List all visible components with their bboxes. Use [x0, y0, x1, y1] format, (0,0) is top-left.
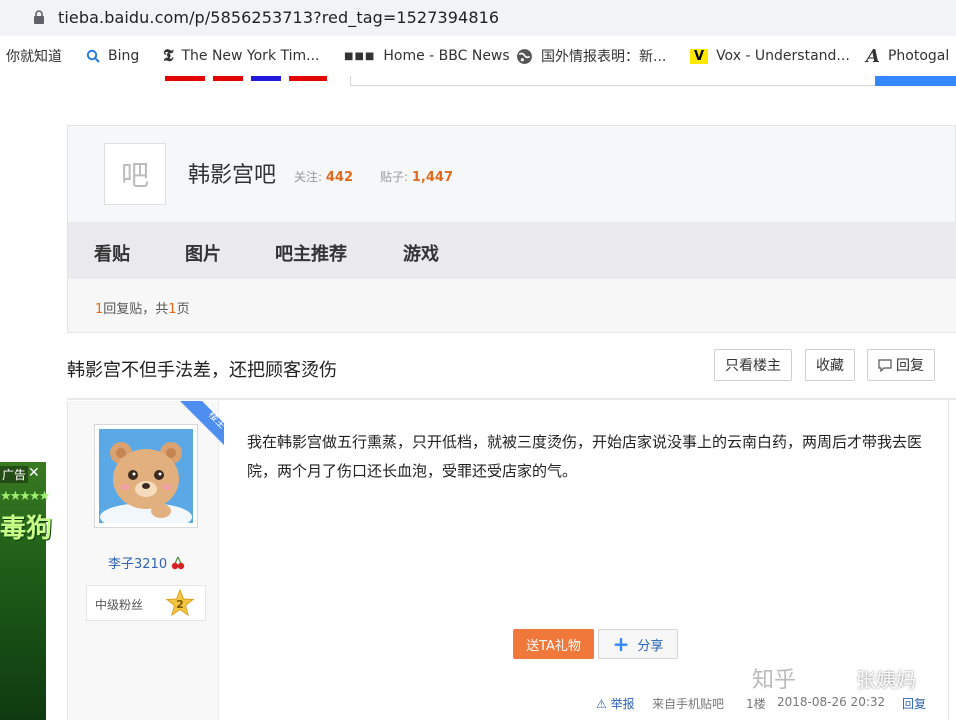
bookmark-label: Photogal: [887, 48, 950, 64]
tab-games[interactable]: 游戏: [403, 240, 439, 266]
follow-stat: 关注: 442: [294, 168, 353, 185]
comment-icon: [878, 358, 892, 372]
only-op-button[interactable]: 只看楼主: [714, 349, 792, 381]
reply-button[interactable]: 回复: [867, 349, 935, 381]
tab-recommended[interactable]: 吧主推荐: [275, 240, 347, 266]
tab-images[interactable]: 图片: [185, 240, 221, 266]
bookmark-nyt[interactable]: 𝕿 The New York Tim...: [163, 46, 320, 66]
level-number: 2: [176, 598, 184, 611]
bookmark-nizhidao[interactable]: 你就知道: [6, 46, 62, 66]
bookmarks-bar: 你就知道 Bing 𝕿 The New York Tim... ■■■ Home…: [0, 36, 956, 76]
bookmark-label: Home - BBC News: [383, 48, 510, 64]
posts-stat: 贴子: 1,447: [380, 168, 453, 185]
floor-number: 1楼: [746, 697, 766, 711]
wechat-icon: [826, 668, 850, 687]
vox-icon: V: [690, 48, 709, 64]
divider: [218, 401, 219, 720]
username: 李子3210: [108, 557, 168, 572]
post-source: 来自手机贴吧: [652, 697, 725, 711]
ad-tag: 广告: [0, 466, 29, 483]
fan-level-label: 中级粉丝: [95, 598, 144, 612]
bookmark-bing[interactable]: Bing: [86, 46, 139, 66]
divider: [67, 398, 956, 400]
baidu-logo[interactable]: [165, 76, 330, 82]
bookmark-label: 国外情报表明：新...: [541, 49, 667, 65]
post-reply-link[interactable]: 回复: [902, 695, 926, 712]
ad-stars: ★★★★★: [0, 489, 50, 504]
lock-icon: [34, 10, 44, 24]
plus-icon: +: [612, 632, 630, 656]
report-label: 举报: [610, 697, 635, 711]
share-label: 分享: [637, 638, 664, 654]
bookmark-news[interactable]: 国外情报表明：新...: [516, 46, 666, 66]
reply-count-end: 页: [176, 302, 190, 317]
reply-count-mid: 回复贴，共: [103, 302, 169, 317]
post-content: 我在韩影宫做五行熏蒸，只开低档，就被三度烫伤，开始店家说没事上的云南白药，两周后…: [247, 433, 923, 480]
page-count: 1: [168, 302, 177, 317]
bookmark-vox[interactable]: V Vox - Understand...: [690, 46, 850, 66]
posts-count: 1,447: [411, 170, 453, 185]
share-button[interactable]: + 分享: [598, 629, 678, 659]
address-bar[interactable]: tieba.baidu.com/p/5856253713?red_tag=152…: [0, 0, 956, 36]
search-input[interactable]: [350, 76, 880, 86]
warning-icon: ⚠: [596, 697, 607, 711]
forum-name[interactable]: 韩影宫吧: [188, 157, 276, 189]
level-star-icon: 2: [166, 589, 194, 617]
thread-title: 韩影宫不但手法差，还把顾客烫伤: [67, 360, 337, 381]
zhihu-watermark: 知乎: [752, 668, 797, 693]
nyt-icon: 𝕿: [163, 46, 174, 66]
gift-button[interactable]: 送TA礼物: [513, 629, 594, 659]
url-text[interactable]: tieba.baidu.com/p/5856253713?red_tag=152…: [58, 8, 499, 27]
bbc-icon: ■■■: [344, 50, 376, 62]
favorite-button[interactable]: 收藏: [805, 349, 855, 381]
ad-text: 毒狗: [0, 514, 53, 544]
bookmark-label: 你就知道: [6, 49, 62, 65]
avatar[interactable]: [94, 424, 198, 531]
username-link[interactable]: 李子3210: [108, 553, 185, 572]
follow-count: 442: [325, 170, 354, 185]
bookmark-photogal[interactable]: A Photogal: [866, 45, 950, 67]
watermark-author: 张姨妈: [856, 668, 916, 692]
bookmark-label: Vox - Understand...: [716, 48, 850, 64]
reply-button-label: 回复: [896, 358, 924, 374]
search-icon: [86, 49, 100, 63]
reply-count: 1回复贴，共1页: [95, 298, 190, 317]
pager-row: [67, 279, 956, 333]
forum-avatar[interactable]: 吧: [104, 143, 166, 205]
globe-icon: [517, 48, 532, 64]
bookmark-bbc[interactable]: ■■■ Home - BBC News: [344, 46, 510, 66]
bookmark-label: The New York Tim...: [181, 48, 320, 64]
close-icon[interactable]: ✕: [28, 465, 40, 481]
bear-avatar-image: [99, 429, 193, 531]
posts-label: 贴子:: [380, 170, 409, 184]
photogal-icon: A: [866, 45, 880, 67]
page: tieba.baidu.com/p/5856253713?red_tag=152…: [0, 0, 956, 720]
search-button[interactable]: [875, 76, 956, 86]
follow-label: 关注:: [294, 170, 323, 184]
post-datetime: 2018-08-26 20:32: [777, 695, 886, 709]
bookmark-label: Bing: [108, 48, 140, 64]
tab-posts[interactable]: 看贴: [94, 240, 130, 266]
cherry-icon: [172, 556, 185, 570]
report-link[interactable]: ⚠ 举报: [596, 695, 635, 712]
forum-icon-char: 吧: [120, 159, 149, 192]
